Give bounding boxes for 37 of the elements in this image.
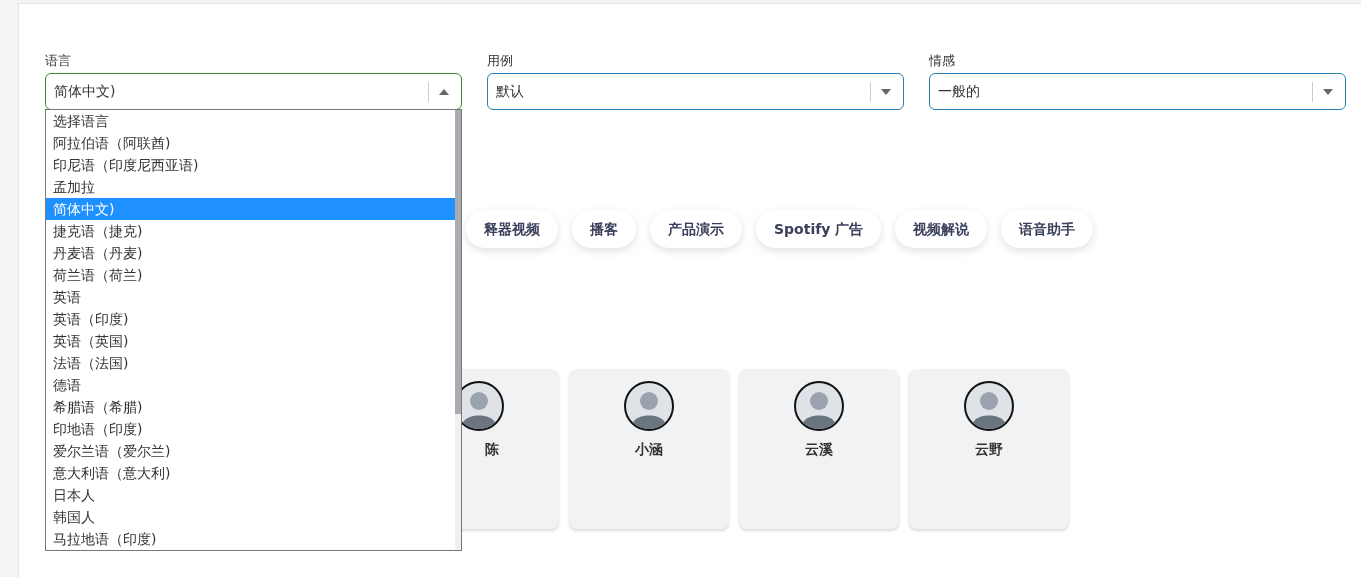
dropdown-option[interactable]: 捷克语（捷克) bbox=[46, 220, 455, 242]
caret-down-icon bbox=[881, 88, 891, 95]
avatar-icon bbox=[794, 381, 844, 431]
field-label: 语言 bbox=[45, 52, 71, 70]
dropdown-option[interactable]: 丹麦语（丹麦) bbox=[46, 242, 455, 264]
select-field[interactable]: 简体中文) bbox=[45, 73, 462, 110]
voice-card[interactable]: 云野 bbox=[909, 369, 1069, 529]
caret-down-icon bbox=[1323, 88, 1333, 95]
dropdown-option[interactable]: 选择语言 bbox=[46, 110, 455, 132]
dropdown-option[interactable]: 马拉地语（印度) bbox=[46, 528, 455, 550]
dropdown-option[interactable]: 英语 bbox=[46, 286, 455, 308]
field-label: 用例 bbox=[487, 52, 513, 70]
avatar-icon bbox=[964, 381, 1014, 431]
dropdown-option[interactable]: 印尼语（印度尼西亚语) bbox=[46, 154, 455, 176]
caret-up-icon bbox=[439, 88, 449, 95]
use-case-chip[interactable]: 视频解说 bbox=[895, 210, 988, 248]
voice-card[interactable]: 云溪 bbox=[739, 369, 899, 529]
dropdown-option[interactable]: 阿拉伯语（阿联酋) bbox=[46, 132, 455, 154]
dropdown-option[interactable]: 孟加拉 bbox=[46, 176, 455, 198]
voice-name: 小涵 bbox=[635, 440, 663, 459]
field-label: 情感 bbox=[929, 52, 955, 70]
avatar-icon bbox=[624, 381, 674, 431]
use-case-chip[interactable]: 语音助手 bbox=[1001, 210, 1094, 248]
use-case-chip[interactable]: 产品演示 bbox=[650, 210, 742, 248]
dropdown-option[interactable]: 荷兰语（荷兰) bbox=[46, 264, 455, 286]
dropdown-option[interactable]: 英语（英国) bbox=[46, 330, 455, 352]
voice-name: 云野 bbox=[975, 440, 1003, 459]
voice-card[interactable]: 小涵 bbox=[569, 369, 729, 529]
select-field[interactable]: 默认 bbox=[487, 73, 904, 110]
use-case-chip[interactable]: 释器视频 bbox=[466, 210, 558, 248]
dropdown-option[interactable]: 英语（印度) bbox=[46, 308, 455, 330]
use-case-chip[interactable]: Spotify 广告 bbox=[756, 210, 882, 248]
voice-name: 云溪 bbox=[805, 440, 833, 459]
use-case-chip[interactable]: 播客 bbox=[572, 210, 636, 248]
select-field[interactable]: 一般的 bbox=[929, 73, 1346, 110]
voice-name: 陈 bbox=[485, 440, 499, 459]
scrollbar[interactable] bbox=[455, 110, 461, 550]
